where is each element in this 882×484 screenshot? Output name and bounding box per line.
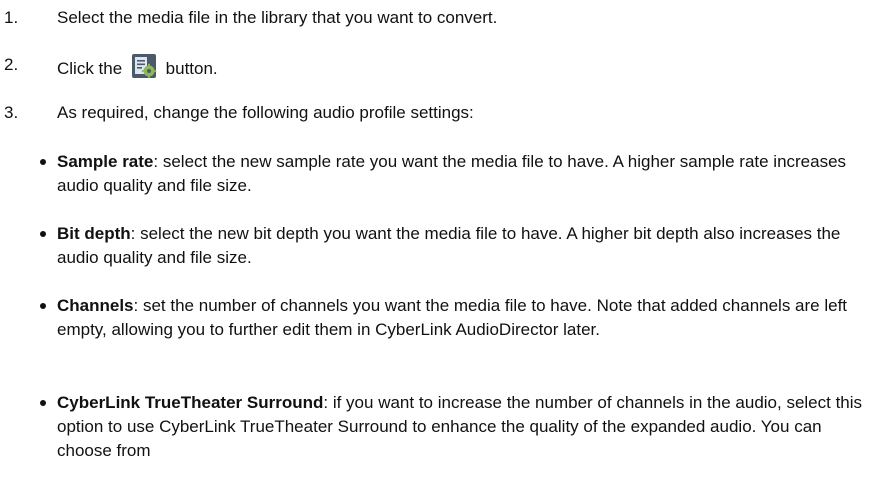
document-page: 1. Select the media file in the library … bbox=[0, 0, 882, 484]
bullet-description: : set the number of channels you want th… bbox=[57, 296, 848, 339]
step-text: Click the button. bbox=[57, 53, 218, 81]
bullet-term: Bit depth bbox=[57, 224, 131, 243]
bullet-text: Bit depth: select the new bit depth you … bbox=[57, 222, 877, 270]
bullet-text: Channels: set the number of channels you… bbox=[57, 294, 877, 342]
bullet-term: Sample rate bbox=[57, 152, 154, 171]
step-number: 3. bbox=[4, 103, 19, 122]
bullet-dot bbox=[40, 400, 46, 406]
media-settings-icon bbox=[131, 54, 157, 79]
bullet-term: Channels bbox=[57, 296, 134, 315]
bullet-dot bbox=[40, 159, 46, 165]
bullet-dot bbox=[40, 303, 46, 309]
bullet-term: CyberLink TrueTheater Surround bbox=[57, 393, 324, 412]
step-text-before: Click the bbox=[57, 59, 123, 78]
step-text: As required, change the following audio … bbox=[57, 103, 474, 122]
step-number: 1. bbox=[4, 8, 19, 27]
bullet-description: : select the new bit depth you want the … bbox=[57, 224, 841, 267]
step-text: Select the media file in the library tha… bbox=[57, 8, 498, 27]
step-number: 2. bbox=[4, 55, 19, 74]
step-text-after: button. bbox=[165, 59, 218, 78]
bullet-dot bbox=[40, 231, 46, 237]
bullet-description: : select the new sample rate you want th… bbox=[57, 152, 847, 195]
bullet-text: Sample rate: select the new sample rate … bbox=[57, 150, 877, 198]
bullet-text: CyberLink TrueTheater Surround: if you w… bbox=[57, 391, 877, 463]
